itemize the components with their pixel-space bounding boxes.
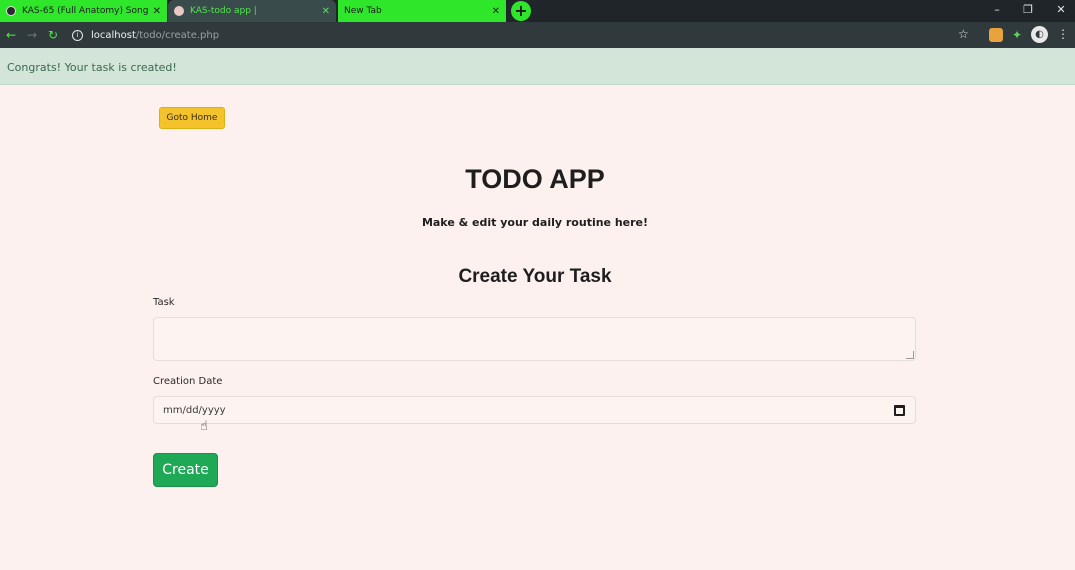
creation-date-label: Creation Date bbox=[153, 376, 223, 387]
forward-icon[interactable]: → bbox=[24, 27, 40, 43]
hand-cursor-icon: ☝ bbox=[200, 419, 208, 434]
close-tab-icon[interactable]: ✕ bbox=[153, 6, 161, 17]
restore-icon[interactable]: ❐ bbox=[1016, 2, 1040, 18]
page-title: TODO APP bbox=[465, 164, 605, 194]
success-alert: Congrats! Your task is created! bbox=[0, 48, 1075, 85]
tab-title: KAS-65 (Full Anatomy) Songs... bbox=[22, 6, 149, 16]
url-path: /todo/create.php bbox=[135, 29, 220, 41]
calendar-icon[interactable] bbox=[894, 404, 905, 416]
close-tab-icon[interactable]: ✕ bbox=[492, 6, 500, 17]
page-subtitle: Make & edit your daily routine here! bbox=[421, 216, 649, 229]
date-placeholder: mm/dd/yyyy bbox=[163, 404, 226, 416]
profile-avatar-icon[interactable]: ◐ bbox=[1031, 26, 1048, 43]
url-host: localhost bbox=[91, 29, 136, 41]
tab-title: New Tab bbox=[344, 6, 382, 16]
creation-date-input[interactable]: mm/dd/yyyy bbox=[153, 396, 916, 424]
textarea-resize-handle[interactable] bbox=[906, 351, 914, 359]
url-field[interactable]: i localhost /todo/create.php bbox=[72, 25, 982, 45]
back-icon[interactable]: ← bbox=[3, 27, 19, 43]
site-info-icon[interactable]: i bbox=[72, 29, 83, 41]
window-close-icon[interactable]: ✕ bbox=[1049, 2, 1073, 18]
create-button[interactable]: Create bbox=[153, 453, 218, 487]
new-tab-icon[interactable]: + bbox=[511, 1, 531, 21]
music-favicon-icon bbox=[6, 6, 16, 16]
goto-home-button[interactable]: Goto Home bbox=[159, 107, 225, 129]
task-textarea[interactable] bbox=[153, 317, 916, 361]
address-bar-row: ← → ↻ i localhost /todo/create.php ☆ ✦ ◐… bbox=[0, 22, 1075, 48]
form-section-title: Create Your Task bbox=[458, 266, 612, 287]
reload-icon[interactable]: ↻ bbox=[45, 27, 61, 43]
folder-extension-icon[interactable] bbox=[989, 28, 1003, 42]
browser-tab-bar: KAS-65 (Full Anatomy) Songs... ✕ KAS-tod… bbox=[0, 0, 1075, 22]
task-label: Task bbox=[153, 297, 175, 308]
site-favicon-icon bbox=[174, 6, 184, 16]
browser-tab-3[interactable]: New Tab ✕ bbox=[338, 0, 506, 22]
tab-title: KAS-todo app | bbox=[190, 6, 257, 16]
browser-tab-1[interactable]: KAS-65 (Full Anatomy) Songs... ✕ bbox=[0, 0, 167, 22]
browser-tab-2[interactable]: KAS-todo app | ✕ bbox=[168, 0, 336, 22]
extensions-puzzle-icon[interactable]: ✦ bbox=[1010, 28, 1024, 42]
minimize-icon[interactable]: – bbox=[985, 2, 1009, 18]
close-tab-icon[interactable]: ✕ bbox=[322, 6, 330, 17]
bookmark-star-icon[interactable]: ☆ bbox=[958, 27, 969, 41]
browser-menu-icon[interactable]: ⋮ bbox=[1057, 27, 1069, 41]
